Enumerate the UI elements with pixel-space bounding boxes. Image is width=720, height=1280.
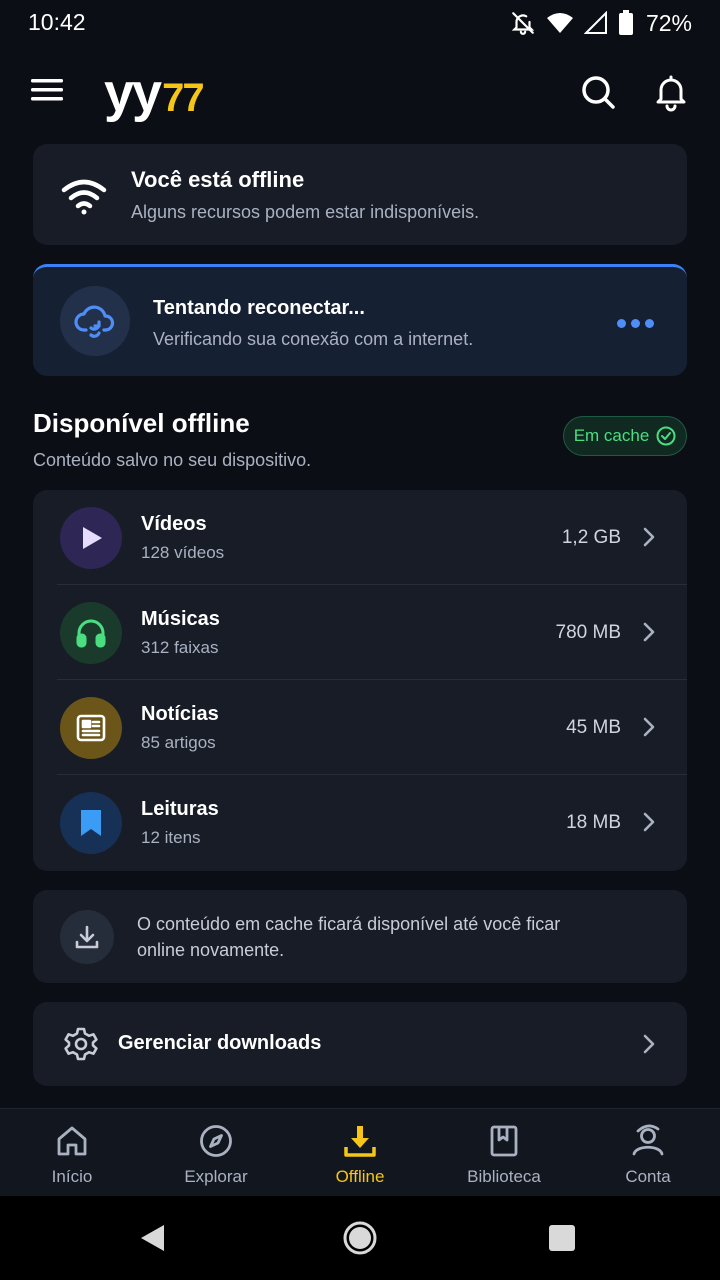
chevron-right-icon — [643, 527, 655, 547]
battery-icon — [618, 10, 633, 35]
list-item-subtitle: 128 vídeos — [141, 543, 225, 562]
bell-icon — [656, 75, 686, 112]
nav-label: Biblioteca — [467, 1167, 541, 1186]
news-icon-container — [60, 697, 122, 759]
menu-button[interactable] — [30, 74, 70, 110]
manage-downloads-button[interactable]: Gerenciar downloads — [33, 1002, 687, 1086]
app-logo[interactable]: yy 77 — [104, 62, 205, 123]
music-icon-container — [60, 602, 122, 664]
battery-percent: 72% — [645, 9, 692, 36]
cache-status-badge: Em cache — [563, 416, 687, 456]
search-button[interactable] — [578, 72, 618, 112]
headphones-icon — [76, 619, 106, 648]
notifications-button[interactable] — [651, 72, 691, 112]
cache-badge-label: Em cache — [573, 426, 650, 445]
wifi-icon — [61, 179, 107, 215]
list-item-subtitle: 12 itens — [141, 828, 201, 847]
cache-info-card: O conteúdo em cache ficará disponível at… — [33, 890, 687, 983]
nav-home[interactable]: Início — [0, 1109, 144, 1197]
offline-title: Você está offline — [131, 167, 305, 192]
chevron-right-icon — [643, 622, 655, 642]
list-item-videos[interactable]: Vídeos 128 vídeos 1,2 GB — [33, 490, 687, 585]
hamburger-icon — [31, 79, 63, 101]
nav-label: Explorar — [184, 1167, 248, 1186]
list-item-size: 45 MB — [566, 717, 621, 738]
nav-account[interactable]: Conta — [576, 1109, 720, 1197]
bookmark-icon — [81, 810, 101, 836]
account-icon — [632, 1124, 664, 1156]
chevron-right-icon — [643, 812, 655, 832]
wifi-signal-icon — [546, 13, 573, 33]
list-item-size: 18 MB — [566, 812, 621, 833]
newspaper-icon — [76, 714, 106, 742]
play-icon — [83, 527, 102, 549]
app-header: yy 77 — [0, 58, 720, 128]
status-icons: 72% — [510, 8, 692, 38]
loading-dots-icon — [617, 319, 654, 328]
list-item-size: 780 MB — [555, 622, 621, 643]
nav-label: Início — [51, 1167, 93, 1186]
chevron-right-icon — [643, 1034, 655, 1054]
back-icon[interactable] — [138, 1223, 168, 1253]
list-item-title: Notícias — [141, 703, 219, 725]
section-title: Disponível offline — [33, 408, 250, 438]
list-item-readings[interactable]: Leituras 12 itens 18 MB — [33, 775, 687, 870]
download-icon-container — [60, 910, 114, 964]
compass-icon — [200, 1125, 232, 1157]
reconnect-subtitle: Verificando sua conexão com a internet. — [153, 329, 474, 349]
list-item-title: Músicas — [141, 608, 220, 630]
home-button-icon[interactable] — [342, 1220, 378, 1256]
list-item-size: 1,2 GB — [561, 527, 621, 548]
list-item-news[interactable]: Notícias 85 artigos 45 MB — [33, 680, 687, 775]
search-icon — [582, 76, 615, 109]
bell-off-icon — [511, 12, 535, 35]
library-icon — [490, 1125, 518, 1157]
logo-accent-text: 77 — [162, 76, 204, 120]
status-bar: 10:42 72% — [0, 0, 720, 46]
cloud-icon-container — [60, 286, 130, 356]
cloud-sync-icon — [74, 305, 115, 338]
section-subtitle: Conteúdo salvo no seu dispositivo. — [33, 450, 312, 470]
offline-banner: Você está offline Alguns recursos podem … — [33, 144, 687, 245]
download-tray-icon — [75, 925, 99, 949]
system-navigation-bar — [0, 1196, 720, 1280]
home-icon — [57, 1126, 87, 1156]
nav-offline[interactable]: Offline — [288, 1109, 432, 1197]
videos-icon-container — [60, 507, 122, 569]
nav-label: Conta — [625, 1167, 671, 1186]
list-item-title: Leituras — [141, 798, 219, 820]
manage-downloads-label: Gerenciar downloads — [118, 1032, 322, 1054]
reconnect-banner: Tentando reconectar... Verificando sua c… — [33, 264, 687, 376]
list-item-music[interactable]: Músicas 312 faixas 780 MB — [33, 585, 687, 680]
cache-info-text: O conteúdo em cache ficará disponível at… — [137, 914, 561, 960]
nav-label: Offline — [335, 1167, 385, 1186]
nav-explore[interactable]: Explorar — [144, 1109, 288, 1197]
reconnect-title: Tentando reconectar... — [153, 297, 365, 319]
readings-icon-container — [60, 792, 122, 854]
list-item-subtitle: 312 faixas — [141, 638, 219, 657]
cell-signal-icon — [583, 11, 607, 34]
status-time: 10:42 — [28, 9, 86, 35]
download-icon — [344, 1126, 376, 1157]
offline-subtitle: Alguns recursos podem estar indisponívei… — [131, 202, 480, 222]
chevron-right-icon — [643, 717, 655, 737]
recent-apps-icon[interactable] — [548, 1224, 576, 1252]
list-item-subtitle: 85 artigos — [141, 733, 216, 752]
gear-icon — [64, 1027, 98, 1061]
logo-text: yy — [104, 63, 162, 123]
check-circle-icon — [656, 426, 676, 446]
offline-content-list: Vídeos 128 vídeos 1,2 GB Músicas 312 fai… — [33, 490, 687, 871]
bottom-navigation: Início Explorar Offline Biblioteca Conta — [0, 1108, 720, 1196]
nav-library[interactable]: Biblioteca — [432, 1109, 576, 1197]
list-item-title: Vídeos — [141, 513, 207, 535]
